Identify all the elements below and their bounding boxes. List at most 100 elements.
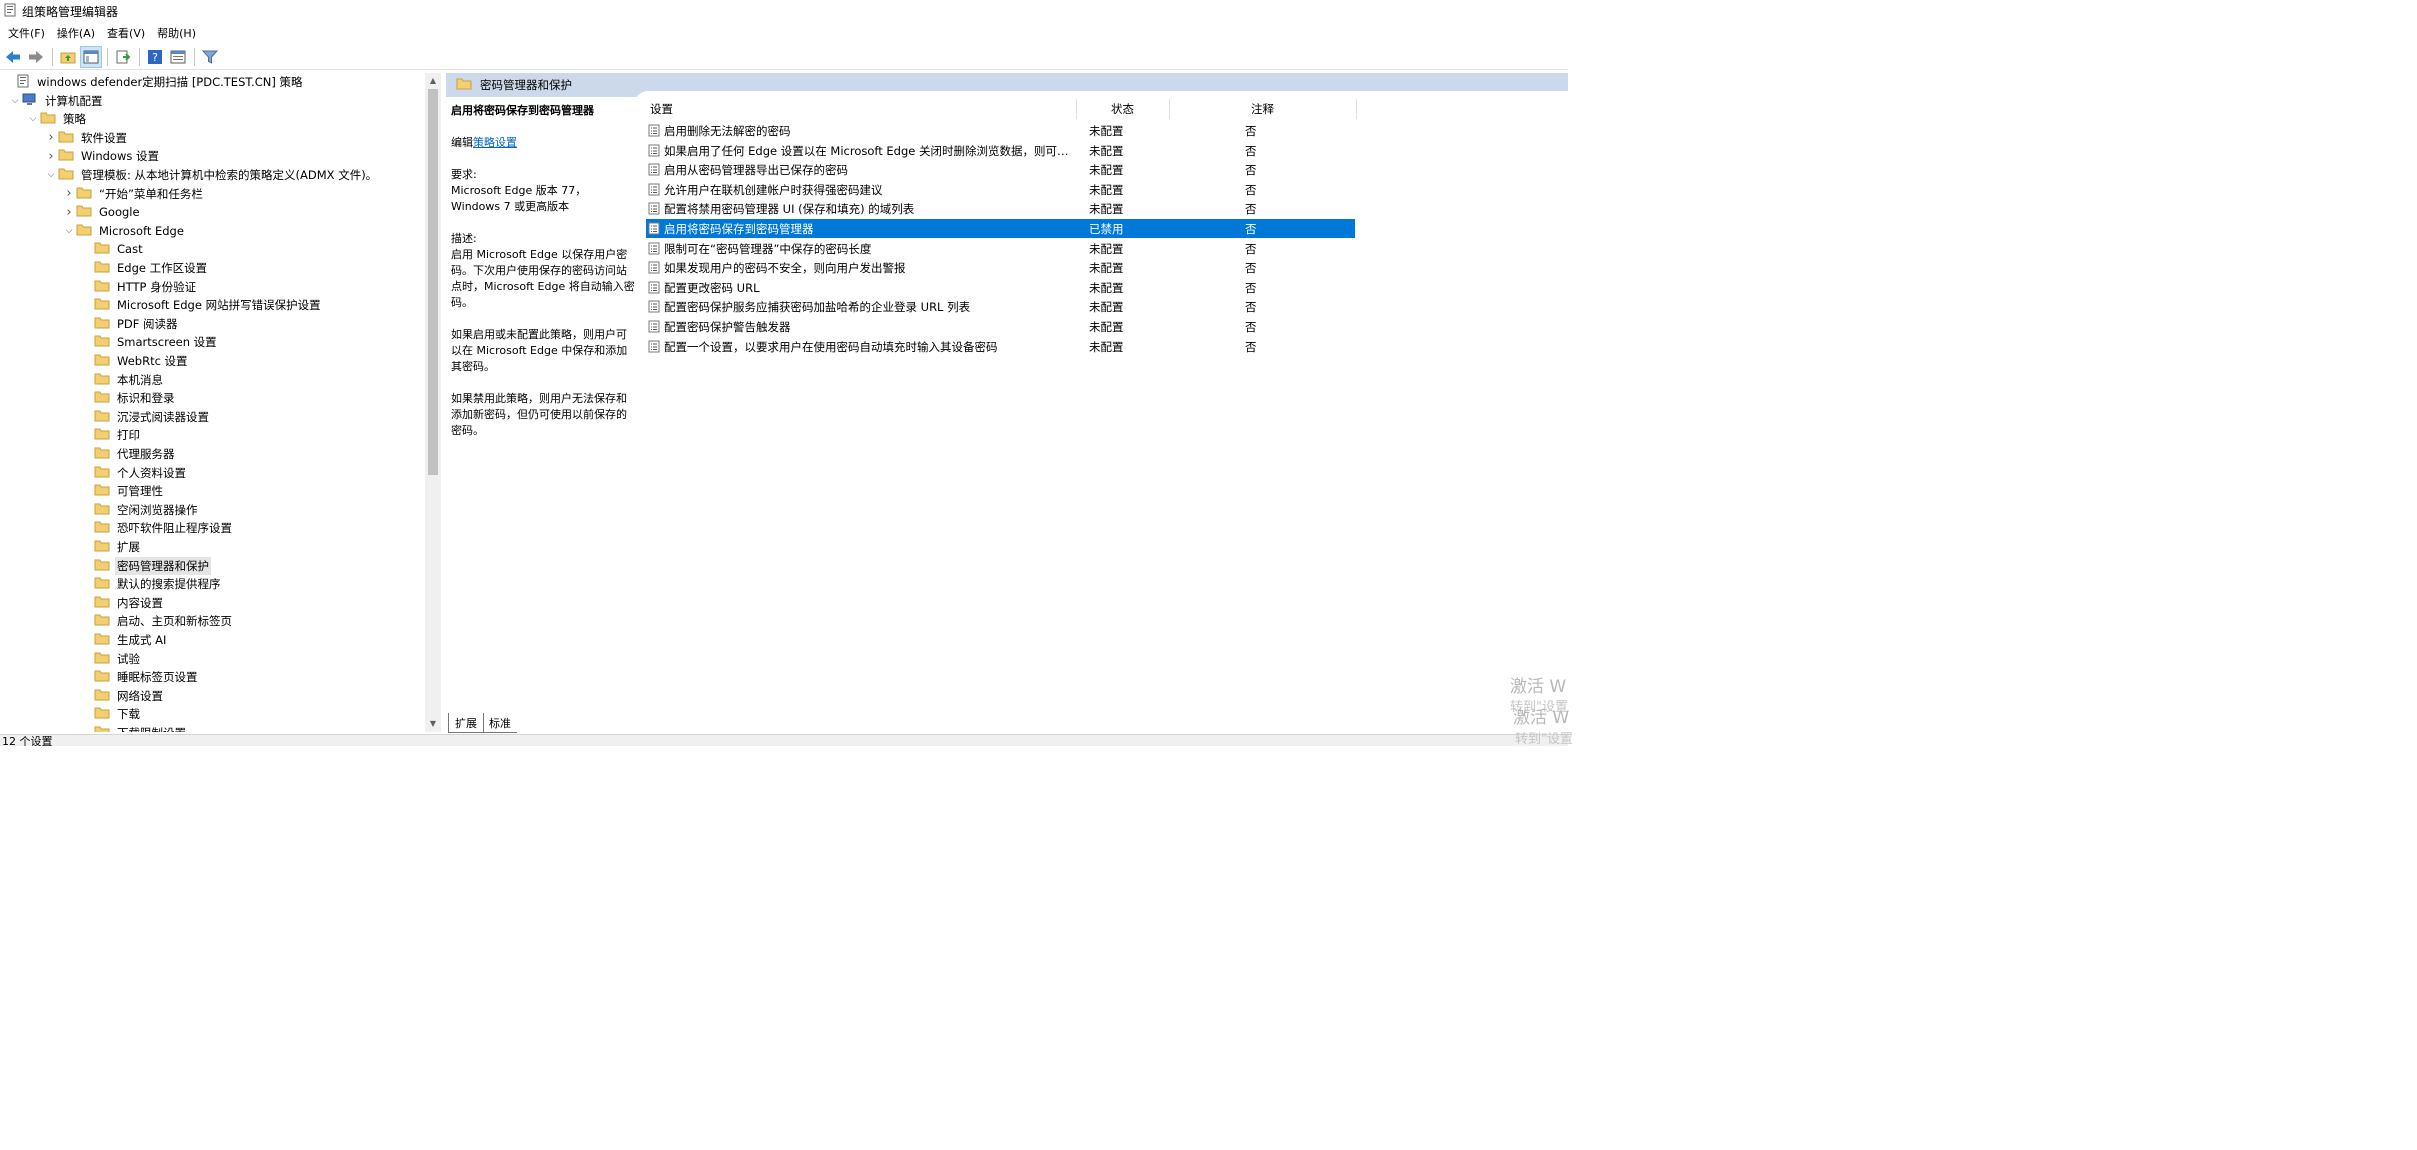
setting-name: 配置更改密码 URL bbox=[664, 280, 760, 295]
tree-node[interactable]: 沉浸式阅读器设置 bbox=[80, 408, 211, 426]
table-row[interactable]: 启用将密码保存到密码管理器 已禁用 否 bbox=[646, 219, 1355, 238]
column-divider[interactable] bbox=[1076, 99, 1077, 119]
tree-node[interactable]: 恐吓软件阻止程序设置 bbox=[80, 519, 234, 537]
table-row[interactable]: 配置更改密码 URL 未配置 否 bbox=[646, 278, 1355, 297]
back-icon[interactable] bbox=[2, 46, 24, 68]
column-divider[interactable] bbox=[1169, 99, 1170, 119]
column-setting[interactable]: 设置 bbox=[650, 101, 673, 117]
folder-icon bbox=[76, 204, 92, 220]
tree-node[interactable]: 打印 bbox=[80, 426, 142, 444]
column-state[interactable]: 状态 bbox=[1111, 101, 1134, 117]
setting-name: 配置密码保护警告触发器 bbox=[664, 320, 791, 334]
setting-name: 启用删除无法解密的密码 bbox=[664, 124, 791, 138]
folder-icon bbox=[94, 279, 110, 295]
tree-node[interactable]: 启动、主页和新标签页 bbox=[80, 612, 234, 630]
folder-icon bbox=[94, 520, 110, 536]
tree-node[interactable]: 生成式 AI bbox=[80, 631, 168, 649]
tree-node[interactable]: 默认的搜索提供程序 bbox=[80, 575, 223, 593]
tree-node[interactable]: ⌵ 管理模板: 从本地计算机中检索的策略定义(ADMX 文件)。 bbox=[44, 166, 379, 184]
tree-node[interactable]: WebRtc 设置 bbox=[80, 352, 190, 370]
menu-action[interactable]: 操作(A) bbox=[53, 25, 103, 41]
table-row[interactable]: 启用从密码管理器导出已保存的密码 未配置 否 bbox=[646, 160, 1355, 179]
filter-icon[interactable] bbox=[199, 46, 221, 68]
description-text-3: 如果禁用此策略，则用户无法保存和添加新密码，但仍可使用以前保存的密码。 bbox=[451, 392, 627, 437]
chevron-down-icon[interactable]: ⌵ bbox=[8, 96, 22, 106]
tree-node-label: 空闲浏览器操作 bbox=[117, 502, 198, 517]
table-row[interactable]: 配置一个设置，以要求用户在使用密码自动填充时输入其设备密码 未配置 否 bbox=[646, 337, 1355, 356]
menu-help[interactable]: 帮助(H) bbox=[153, 25, 204, 41]
menu-file[interactable]: 文件(F) bbox=[4, 25, 53, 41]
setting-state: 未配置 bbox=[1089, 163, 1124, 178]
tree-node[interactable]: ⌵ Microsoft Edge bbox=[62, 222, 186, 240]
folder-open-icon bbox=[456, 77, 472, 93]
table-row[interactable]: 限制可在“密码管理器”中保存的密码长度 未配置 否 bbox=[646, 239, 1355, 258]
folder-icon bbox=[94, 725, 110, 732]
tree-node[interactable]: Edge 工作区设置 bbox=[80, 259, 209, 277]
scroll-thumb[interactable] bbox=[428, 89, 438, 475]
chevron-down-icon[interactable]: ⌵ bbox=[62, 226, 76, 236]
table-row[interactable]: 配置将禁用密码管理器 UI (保存和填充) 的域列表 未配置 否 bbox=[646, 199, 1355, 218]
table-row[interactable]: 配置密码保护服务应捕获密码加盐哈希的企业登录 URL 列表 未配置 否 bbox=[646, 297, 1355, 316]
tree-node[interactable]: › Google bbox=[62, 203, 142, 221]
tree-node[interactable]: 扩展 bbox=[80, 538, 142, 556]
chevron-down-icon[interactable]: ⌵ bbox=[26, 114, 40, 124]
help-icon[interactable]: ? bbox=[144, 46, 166, 68]
tree-scrollbar[interactable]: ▲ ▼ bbox=[425, 73, 441, 732]
menu-view[interactable]: 查看(V) bbox=[103, 25, 153, 41]
tree-node[interactable]: 个人资料设置 bbox=[80, 464, 188, 482]
tree-node[interactable]: ⌵ 计算机配置 bbox=[8, 92, 105, 110]
chevron-right-icon[interactable]: › bbox=[62, 186, 76, 201]
chevron-right-icon[interactable]: › bbox=[44, 149, 58, 164]
tree-node[interactable]: 标识和登录 bbox=[80, 389, 177, 407]
details-header-title: 密码管理器和保护 bbox=[480, 78, 572, 92]
export-list-icon[interactable] bbox=[112, 46, 134, 68]
edit-policy-link[interactable]: 策略设置 bbox=[473, 136, 517, 149]
tree-node[interactable]: 睡眠标签页设置 bbox=[80, 668, 200, 686]
tab-extended[interactable]: 扩展 bbox=[448, 713, 484, 733]
tree-node[interactable]: Cast bbox=[80, 240, 145, 258]
tree-node[interactable]: PDF 阅读器 bbox=[80, 315, 180, 333]
tree-node[interactable]: Smartscreen 设置 bbox=[80, 333, 219, 351]
tree-node[interactable]: 空闲浏览器操作 bbox=[80, 501, 200, 519]
tree-node[interactable]: ⌵ 策略 bbox=[26, 110, 88, 128]
tree-node[interactable]: › “开始”菜单和任务栏 bbox=[62, 185, 205, 203]
table-row[interactable]: 如果发现用户的密码不安全，则向用户发出警报 未配置 否 bbox=[646, 258, 1355, 277]
column-comment[interactable]: 注释 bbox=[1251, 101, 1274, 117]
tree-node[interactable]: 网络设置 bbox=[80, 687, 165, 705]
tree-node[interactable]: Microsoft Edge 网站拼写错误保护设置 bbox=[80, 296, 323, 314]
folder-icon bbox=[58, 130, 74, 146]
show-hide-tree-icon[interactable] bbox=[80, 46, 102, 68]
chevron-right-icon[interactable]: › bbox=[62, 205, 76, 220]
tree-node[interactable]: 本机消息 bbox=[80, 371, 165, 389]
tree-node[interactable]: 下载限制设置 bbox=[80, 724, 188, 732]
table-row[interactable]: 配置密码保护警告触发器 未配置 否 bbox=[646, 317, 1355, 336]
setting-name: 如果启用了任何 Edge 设置以在 Microsoft Edge 关闭时删除浏览… bbox=[664, 143, 1072, 158]
scroll-down-icon[interactable]: ▼ bbox=[425, 716, 441, 732]
tree-node[interactable]: windows defender定期扫描 [PDC.TEST.CN] 策略 bbox=[2, 73, 304, 91]
tree-node[interactable]: 可管理性 bbox=[80, 482, 165, 500]
up-folder-icon[interactable] bbox=[57, 46, 79, 68]
tree-node-label: 本机消息 bbox=[117, 372, 163, 387]
tree-node[interactable]: 密码管理器和保护 bbox=[80, 556, 211, 575]
table-row[interactable]: 允许用户在联机创建帐户时获得强密码建议 未配置 否 bbox=[646, 180, 1355, 199]
chevron-down-icon[interactable]: ⌵ bbox=[44, 170, 58, 180]
tree-node[interactable]: 内容设置 bbox=[80, 594, 165, 612]
tree-node[interactable]: HTTP 身份验证 bbox=[80, 278, 198, 296]
tab-standard[interactable]: 标准 bbox=[483, 713, 517, 733]
tree-node[interactable]: 代理服务器 bbox=[80, 445, 177, 463]
tree-node[interactable]: › 软件设置 bbox=[44, 129, 129, 147]
table-row[interactable]: 启用删除无法解密的密码 未配置 否 bbox=[646, 121, 1355, 140]
column-divider[interactable] bbox=[1356, 99, 1357, 119]
table-row[interactable]: 如果启用了任何 Edge 设置以在 Microsoft Edge 关闭时删除浏览… bbox=[646, 141, 1355, 160]
chevron-right-icon[interactable]: › bbox=[44, 130, 58, 145]
scroll-up-icon[interactable]: ▲ bbox=[425, 73, 441, 89]
tree-node[interactable]: 下载 bbox=[80, 705, 142, 723]
folder-icon bbox=[94, 669, 110, 685]
forward-icon[interactable] bbox=[25, 46, 47, 68]
properties-icon[interactable] bbox=[167, 46, 189, 68]
tree-node-label: 个人资料设置 bbox=[117, 465, 186, 480]
tree-node[interactable]: › Windows 设置 bbox=[44, 147, 161, 165]
tree-node[interactable]: 试验 bbox=[80, 650, 142, 668]
folder-icon bbox=[94, 390, 110, 406]
tree-node-label: 沉浸式阅读器设置 bbox=[117, 409, 209, 424]
